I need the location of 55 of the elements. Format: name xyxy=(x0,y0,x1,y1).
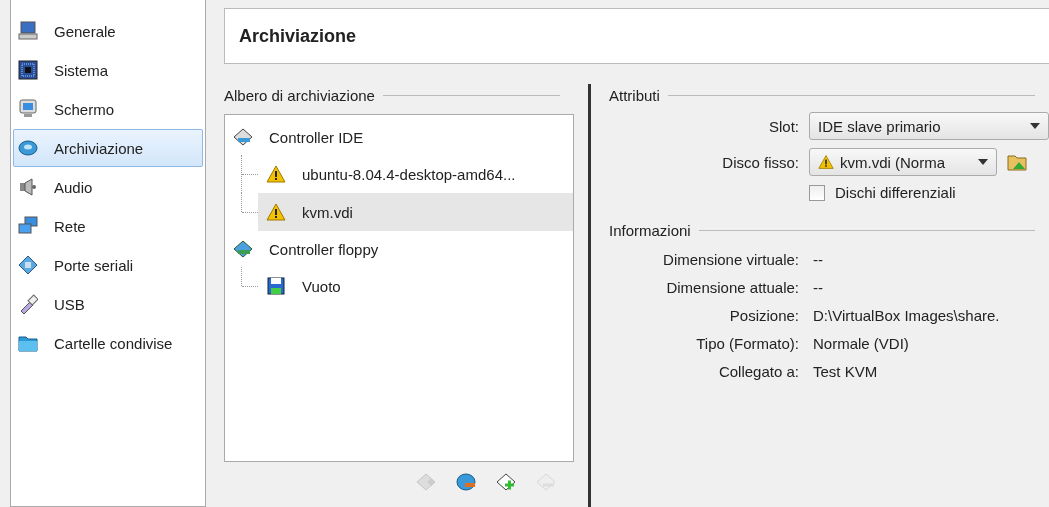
add-attachment-icon xyxy=(496,472,516,492)
checkbox[interactable] xyxy=(809,184,825,201)
caret-icon xyxy=(978,159,988,165)
warning-icon xyxy=(818,154,834,170)
serial-port-icon xyxy=(18,255,38,275)
caret-icon xyxy=(1030,123,1040,129)
info-label: Tipo (Formato): xyxy=(695,335,799,352)
info-value: Test KVM xyxy=(813,363,879,380)
tree-item[interactable]: Vuoto xyxy=(258,267,573,305)
sidebar-item[interactable]: Schermo xyxy=(13,90,203,128)
field-label: Disco fisso: xyxy=(721,153,799,171)
sidebar-item[interactable]: Rete xyxy=(13,207,203,245)
sidebar-item[interactable]: Audio xyxy=(13,168,203,206)
tree-item[interactable]: Controller floppy xyxy=(225,231,573,267)
folder-icon xyxy=(18,333,38,353)
info-label: Collegato a: xyxy=(717,363,799,380)
chip-icon xyxy=(18,60,38,80)
warning-icon xyxy=(266,202,286,222)
info-value: -- xyxy=(813,279,824,296)
info-label: Dimensione attuale: xyxy=(665,279,799,296)
sidebar-item[interactable]: Generale xyxy=(13,12,203,50)
remove-controller-icon xyxy=(456,472,476,492)
network-icon xyxy=(18,216,38,236)
sidebar-item[interactable]: Cartelle condivise xyxy=(13,324,203,362)
info-label: Dimensione virtuale: xyxy=(662,251,799,268)
page-title: Archiviazione xyxy=(239,25,357,47)
disk-dropdown[interactable]: kvm.vdi (Norma xyxy=(809,148,997,176)
add-controller-icon xyxy=(416,472,436,492)
info-value: D:\VirtualBox Images\share. xyxy=(813,307,1001,324)
checkbox-label: Dischi differenziali xyxy=(835,184,956,201)
usb-plug-icon xyxy=(18,294,38,314)
group-title: Albero di archiviazione xyxy=(224,86,375,104)
warning-icon xyxy=(266,164,286,184)
field-label: Slot: xyxy=(768,117,799,135)
sidebar-item[interactable]: Sistema xyxy=(13,51,203,89)
speaker-icon xyxy=(18,177,38,197)
group-title: Attributi xyxy=(609,86,660,104)
tree-item[interactable]: kvm.vdi xyxy=(258,193,573,231)
monitor-icon xyxy=(18,99,38,119)
controller-icon xyxy=(233,127,253,147)
group-title: Informazioni xyxy=(609,221,691,239)
slot-dropdown[interactable]: IDE slave primario xyxy=(809,112,1049,140)
disk-icon xyxy=(18,138,38,158)
controller-icon xyxy=(233,239,253,259)
tree-item[interactable]: ubuntu-8.04.4-desktop-amd64... xyxy=(258,155,573,193)
sidebar-item[interactable]: Archiviazione xyxy=(13,129,203,167)
info-label: Posizione: xyxy=(728,307,799,324)
computer-icon xyxy=(18,21,38,41)
folder-icon xyxy=(1007,152,1027,172)
sidebar-item[interactable]: Porte seriali xyxy=(13,246,203,284)
sidebar-item[interactable]: USB xyxy=(13,285,203,323)
remove-attachment-icon xyxy=(536,472,556,492)
tree-item[interactable]: Controller IDE xyxy=(225,119,573,155)
info-value: -- xyxy=(813,251,824,268)
info-value: Normale (VDI) xyxy=(813,335,910,352)
